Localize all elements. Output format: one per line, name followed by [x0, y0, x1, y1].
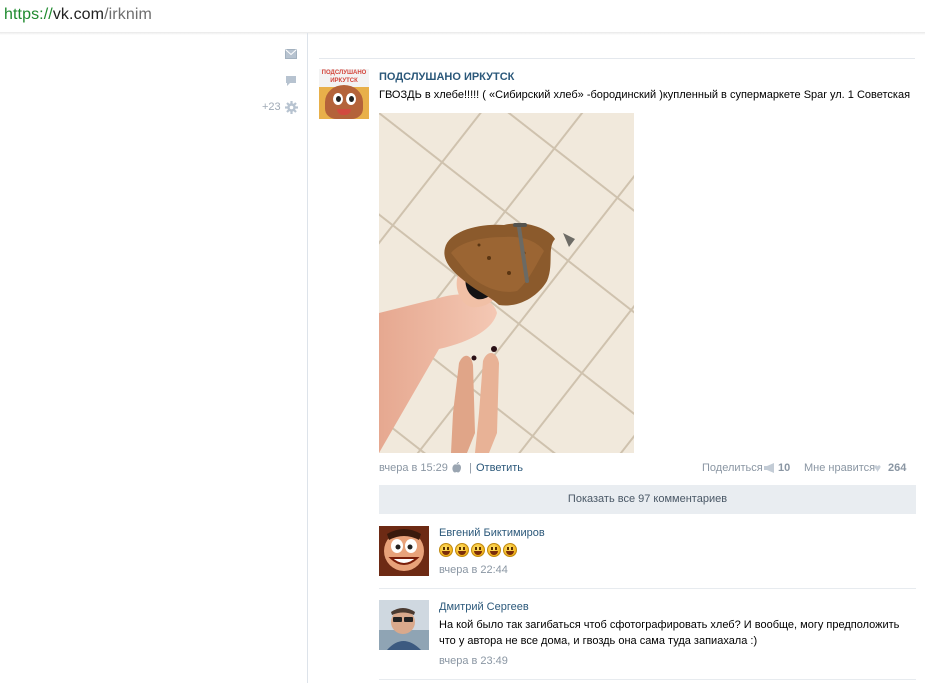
- like-count: 264: [888, 462, 907, 474]
- share-count: 10: [778, 462, 791, 474]
- url-scheme: https://: [4, 6, 53, 23]
- comment-item: Дмитрий Сергеев На кой было так загибать…: [379, 600, 915, 672]
- megaphone-icon[interactable]: [764, 463, 776, 476]
- commenter-avatar[interactable]: [379, 526, 429, 576]
- envelope-icon[interactable]: [285, 49, 297, 59]
- post-meta: вчера в 15:29 | Ответить Поделиться 10 М…: [379, 462, 915, 476]
- avatar-eye-left: [333, 93, 343, 105]
- notifications-counter: +23: [262, 101, 281, 113]
- address-bar[interactable]: https://vk.com/irknim: [0, 0, 925, 35]
- laughing-emoji-icon: [471, 543, 485, 557]
- laughing-emoji-icon: [455, 543, 469, 557]
- comment-divider: [379, 588, 916, 589]
- laughing-emoji-icon: [439, 543, 453, 557]
- url-host: vk.com: [52, 6, 105, 23]
- comment-time[interactable]: вчера в 23:49: [439, 655, 508, 667]
- show-all-comments-button[interactable]: Показать все 97 комментариев: [379, 485, 916, 514]
- post-time[interactable]: вчера в 15:29: [379, 462, 448, 474]
- comment-text: На кой было так загибаться чтоб сфотогра…: [439, 619, 900, 647]
- comment-emoji-row: [439, 543, 517, 557]
- share-link[interactable]: Поделиться: [702, 462, 763, 474]
- url-path: /irknim: [104, 6, 152, 23]
- apple-icon: [452, 462, 462, 476]
- like-link[interactable]: Мне нравится: [804, 462, 875, 474]
- post-photo[interactable]: [379, 113, 634, 453]
- avatar-eye-right: [346, 93, 356, 105]
- chat-bubble-icon[interactable]: [285, 75, 297, 87]
- commenter-name[interactable]: Дмитрий Сергеев: [439, 601, 529, 613]
- meta-separator: |: [469, 462, 472, 474]
- comment-divider: [379, 679, 916, 680]
- comment-time[interactable]: вчера в 22:44: [439, 564, 508, 576]
- post-author-name[interactable]: ПОДСЛУШАНО ИРКУТСК: [379, 71, 514, 83]
- url-text[interactable]: https://vk.com/irknim: [4, 6, 152, 24]
- laughing-emoji-icon: [503, 543, 517, 557]
- post-top-divider: [319, 58, 915, 59]
- commenter-avatar[interactable]: [379, 600, 429, 650]
- post-text: ГВОЗДЬ в хлебе!!!!! ( «Сибирский хлеб» -…: [379, 89, 911, 101]
- post-author-avatar[interactable]: ПОДСЛУШАНО ИРКУТСК: [319, 69, 369, 119]
- laughing-emoji-icon: [487, 543, 501, 557]
- reply-link[interactable]: Ответить: [476, 462, 523, 474]
- left-sidebar: [0, 33, 308, 683]
- heart-icon[interactable]: ♥: [874, 462, 881, 474]
- gear-icon[interactable]: [285, 101, 298, 114]
- comment-item: Евгений Биктимиров вчера в 22:44: [379, 526, 915, 581]
- commenter-name[interactable]: Евгений Биктимиров: [439, 527, 545, 539]
